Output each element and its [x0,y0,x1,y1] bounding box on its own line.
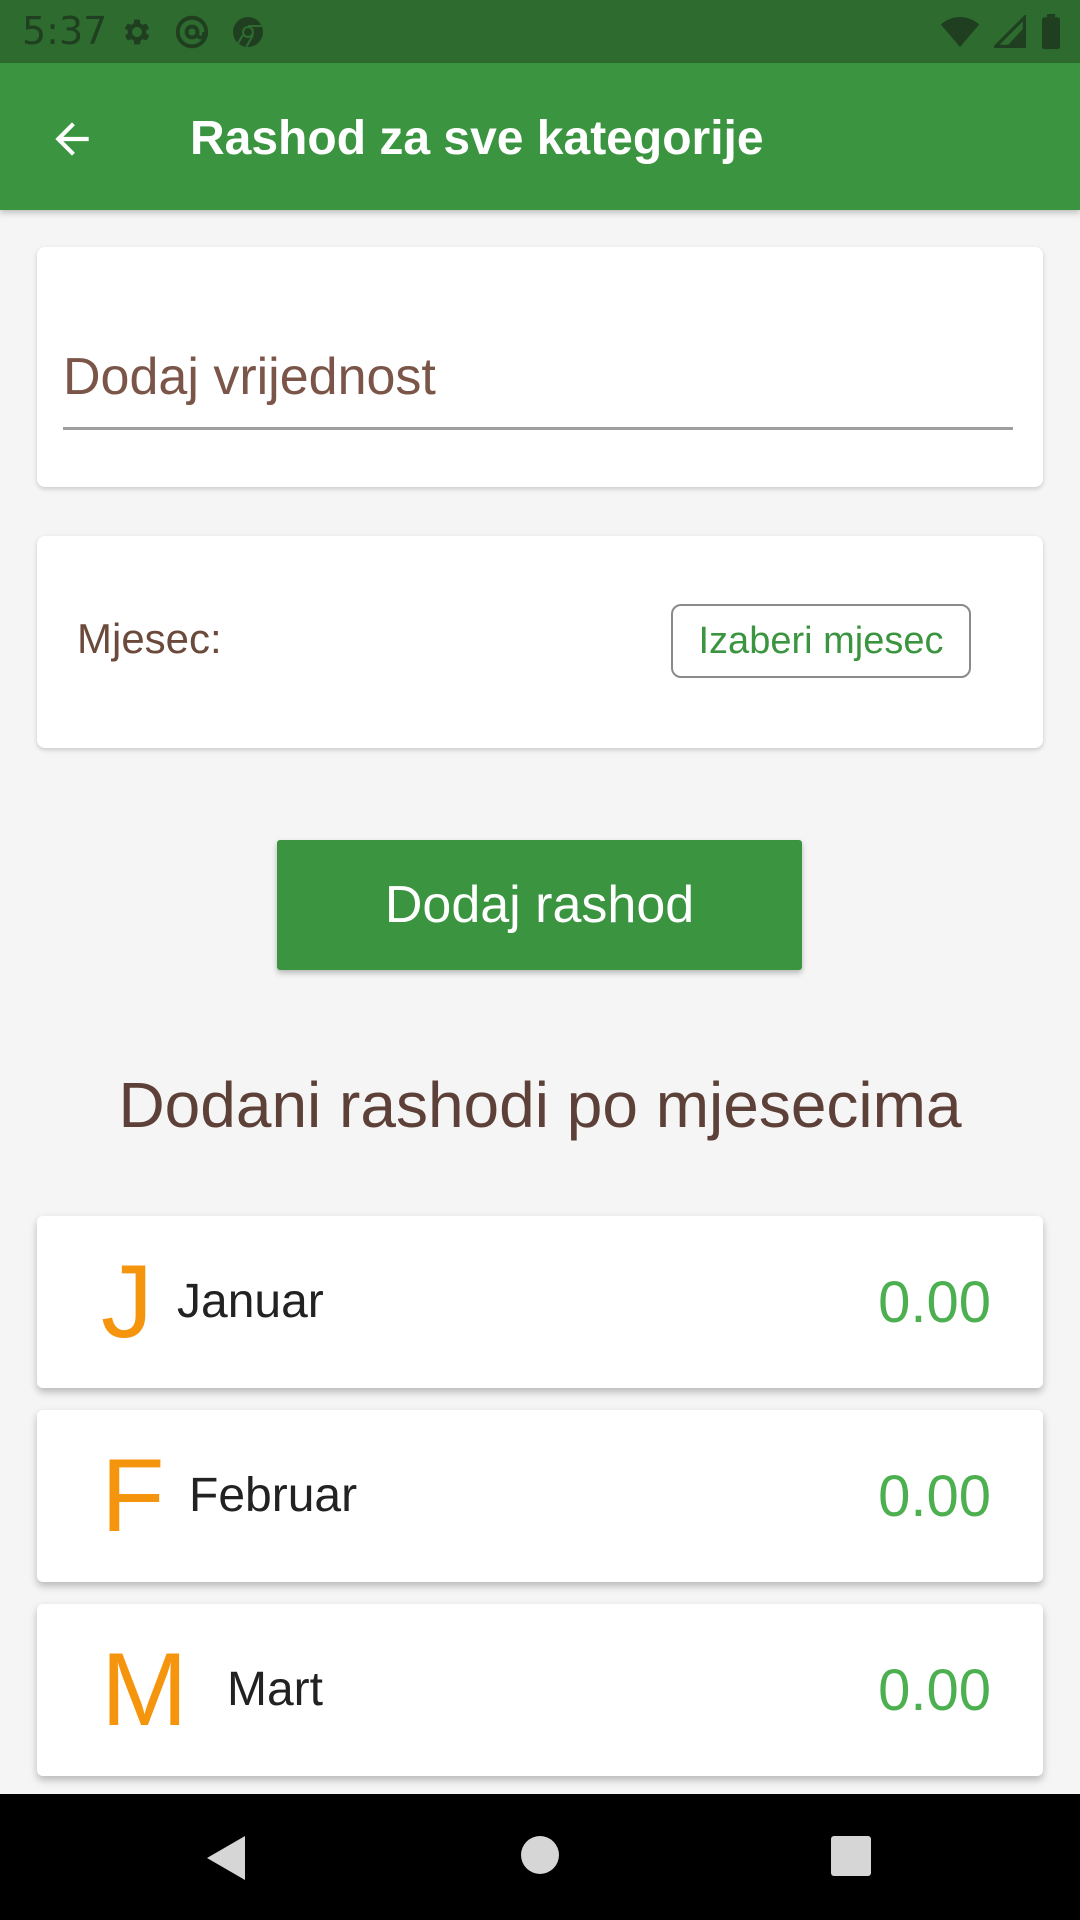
month-label: Mjesec: [77,615,222,662]
add-expense-button[interactable]: Dodaj rashod [277,840,802,970]
navigation-bar [0,1794,1080,1920]
status-icons-right [940,12,1062,52]
month-initial: M [101,1632,188,1748]
back-button[interactable] [36,103,108,175]
month-initial: F [101,1438,165,1554]
arrow-back-icon [55,122,89,156]
month-total: 0.00 [878,1464,991,1529]
wifi-icon [940,17,980,47]
section-title: Dodani rashodi po mjesecima [118,1069,962,1141]
chrome-icon [233,17,263,48]
page-title: Rashod za sve kategorije [190,112,764,165]
at-sign-icon [175,15,209,49]
battery-icon [1042,14,1060,50]
month-picker-card: Mjesec: Izaberi mjesec [37,536,1043,748]
app-bar: Rashod za sve kategorije [0,63,1080,210]
settings-icon [124,19,150,45]
screen: 5:37 Rashod za sve kategorije Dodaj vrij… [0,0,1080,1920]
nav-recents-icon[interactable] [831,1836,871,1876]
status-bar: 5:37 [0,0,1080,63]
nav-home-icon[interactable] [521,1836,559,1874]
value-input[interactable] [63,327,1013,430]
month-total: 0.00 [878,1270,991,1335]
month-total: 0.00 [878,1658,991,1723]
list-item[interactable]: M Mart 0.00 [37,1604,1043,1776]
list-item[interactable]: F Februar 0.00 [37,1410,1043,1582]
month-initial: J [101,1244,153,1360]
status-icons-left [120,12,266,52]
nav-back-icon[interactable] [205,1834,247,1882]
value-input-card [37,247,1043,487]
list-item[interactable]: J Januar 0.00 [37,1216,1043,1388]
month-name: Februar [189,1469,358,1522]
month-name: Januar [177,1275,324,1328]
month-name: Mart [227,1663,323,1716]
status-time: 5:37 [22,9,108,53]
signal-icon [994,15,1026,48]
select-month-button[interactable]: Izaberi mjesec [671,604,971,678]
